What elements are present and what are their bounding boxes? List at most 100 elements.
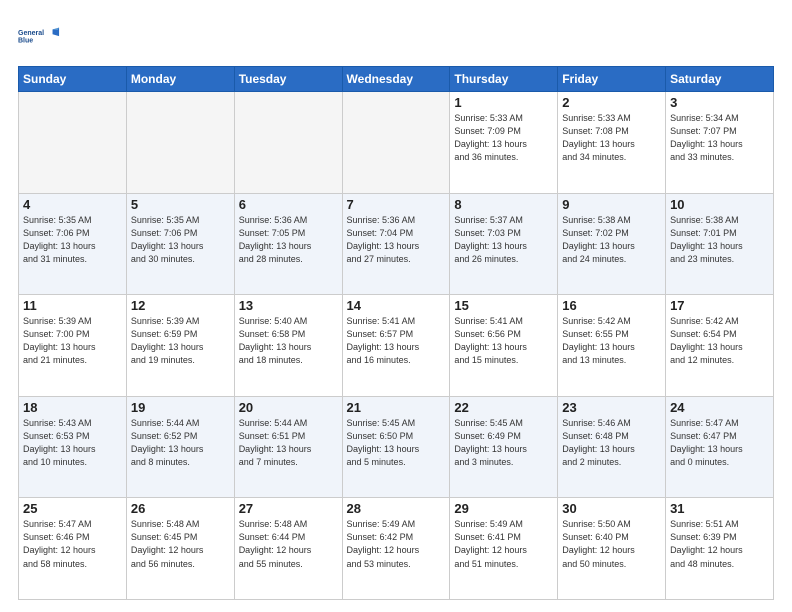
calendar-cell: 24 Sunrise: 5:47 AMSunset: 6:47 PMDayligh…: [666, 396, 774, 498]
calendar-header-tuesday: Tuesday: [234, 67, 342, 92]
calendar-cell: 27 Sunrise: 5:48 AMSunset: 6:44 PMDayligh…: [234, 498, 342, 600]
calendar-header-row: SundayMondayTuesdayWednesdayThursdayFrid…: [19, 67, 774, 92]
day-number: 6: [239, 197, 338, 212]
day-info: Sunrise: 5:48 AMSunset: 6:45 PMDaylight:…: [131, 518, 230, 570]
calendar-cell: 29 Sunrise: 5:49 AMSunset: 6:41 PMDayligh…: [450, 498, 558, 600]
day-info: Sunrise: 5:48 AMSunset: 6:44 PMDaylight:…: [239, 518, 338, 570]
calendar-cell: 20Sunrise: 5:44 AMSunset: 6:51 PMDayligh…: [234, 396, 342, 498]
calendar-cell: 12 Sunrise: 5:39 AMSunset: 6:59 PMDayligh…: [126, 295, 234, 397]
calendar-header-friday: Friday: [558, 67, 666, 92]
calendar-cell: 5 Sunrise: 5:35 AMSunset: 7:06 PMDaylight…: [126, 193, 234, 295]
calendar-cell: 26Sunrise: 5:48 AMSunset: 6:45 PMDayligh…: [126, 498, 234, 600]
day-number: 10: [670, 197, 769, 212]
day-number: 31: [670, 501, 769, 516]
calendar-cell: 25 Sunrise: 5:47 AMSunset: 6:46 PMDayligh…: [19, 498, 127, 600]
day-number: 21: [347, 400, 446, 415]
calendar-cell: 15Sunrise: 5:41 AMSunset: 6:56 PMDayligh…: [450, 295, 558, 397]
day-info: Sunrise: 5:33 AMSunset: 7:09 PMDaylight:…: [454, 112, 553, 164]
day-info: Sunrise: 5:42 AMSunset: 6:55 PMDaylight:…: [562, 315, 661, 367]
day-number: 25: [23, 501, 122, 516]
day-info: Sunrise: 5:35 AMSunset: 7:06 PMDaylight:…: [23, 214, 122, 266]
calendar-week-row: 1 Sunrise: 5:33 AMSunset: 7:09 PMDaylight…: [19, 92, 774, 194]
calendar-cell: 18 Sunrise: 5:43 AMSunset: 6:53 PMDayligh…: [19, 396, 127, 498]
day-number: 17: [670, 298, 769, 313]
calendar-cell: 11 Sunrise: 5:39 AMSunset: 7:00 PMDayligh…: [19, 295, 127, 397]
day-number: 5: [131, 197, 230, 212]
calendar-cell: 6 Sunrise: 5:36 AMSunset: 7:05 PMDaylight…: [234, 193, 342, 295]
calendar-header-sunday: Sunday: [19, 67, 127, 92]
day-info: Sunrise: 5:50 AMSunset: 6:40 PMDaylight:…: [562, 518, 661, 570]
calendar-cell: 31 Sunrise: 5:51 AMSunset: 6:39 PMDayligh…: [666, 498, 774, 600]
calendar-cell: 28 Sunrise: 5:49 AMSunset: 6:42 PMDayligh…: [342, 498, 450, 600]
day-number: 16: [562, 298, 661, 313]
day-number: 20: [239, 400, 338, 415]
day-number: 15: [454, 298, 553, 313]
calendar-cell: 16 Sunrise: 5:42 AMSunset: 6:55 PMDayligh…: [558, 295, 666, 397]
day-number: 4: [23, 197, 122, 212]
calendar-cell: 30 Sunrise: 5:50 AMSunset: 6:40 PMDayligh…: [558, 498, 666, 600]
day-info: Sunrise: 5:38 AMSunset: 7:02 PMDaylight:…: [562, 214, 661, 266]
day-info: Sunrise: 5:49 AMSunset: 6:41 PMDaylight:…: [454, 518, 553, 570]
calendar-cell: 17 Sunrise: 5:42 AMSunset: 6:54 PMDayligh…: [666, 295, 774, 397]
calendar-cell: 21 Sunrise: 5:45 AMSunset: 6:50 PMDayligh…: [342, 396, 450, 498]
calendar-table: SundayMondayTuesdayWednesdayThursdayFrid…: [18, 66, 774, 600]
day-info: Sunrise: 5:47 AMSunset: 6:46 PMDaylight:…: [23, 518, 122, 570]
day-info: Sunrise: 5:51 AMSunset: 6:39 PMDaylight:…: [670, 518, 769, 570]
day-info: Sunrise: 5:36 AMSunset: 7:04 PMDaylight:…: [347, 214, 446, 266]
calendar-cell: [19, 92, 127, 194]
calendar-cell: 9Sunrise: 5:38 AMSunset: 7:02 PMDaylight…: [558, 193, 666, 295]
calendar-cell: 3 Sunrise: 5:34 AMSunset: 7:07 PMDaylight…: [666, 92, 774, 194]
day-info: Sunrise: 5:47 AMSunset: 6:47 PMDaylight:…: [670, 417, 769, 469]
day-number: 11: [23, 298, 122, 313]
day-number: 8: [454, 197, 553, 212]
calendar-header-monday: Monday: [126, 67, 234, 92]
calendar-cell: 2Sunrise: 5:33 AMSunset: 7:08 PMDaylight…: [558, 92, 666, 194]
day-info: Sunrise: 5:45 AMSunset: 6:49 PMDaylight:…: [454, 417, 553, 469]
day-info: Sunrise: 5:42 AMSunset: 6:54 PMDaylight:…: [670, 315, 769, 367]
day-number: 24: [670, 400, 769, 415]
day-number: 28: [347, 501, 446, 516]
day-info: Sunrise: 5:43 AMSunset: 6:53 PMDaylight:…: [23, 417, 122, 469]
day-info: Sunrise: 5:46 AMSunset: 6:48 PMDaylight:…: [562, 417, 661, 469]
svg-text:General: General: [18, 30, 44, 37]
day-info: Sunrise: 5:34 AMSunset: 7:07 PMDaylight:…: [670, 112, 769, 164]
day-number: 12: [131, 298, 230, 313]
calendar-cell: 13 Sunrise: 5:40 AMSunset: 6:58 PMDayligh…: [234, 295, 342, 397]
calendar-cell: 7 Sunrise: 5:36 AMSunset: 7:04 PMDaylight…: [342, 193, 450, 295]
calendar-cell: 4 Sunrise: 5:35 AMSunset: 7:06 PMDaylight…: [19, 193, 127, 295]
calendar-week-row: 25 Sunrise: 5:47 AMSunset: 6:46 PMDayligh…: [19, 498, 774, 600]
day-number: 29: [454, 501, 553, 516]
day-info: Sunrise: 5:38 AMSunset: 7:01 PMDaylight:…: [670, 214, 769, 266]
day-info: Sunrise: 5:39 AMSunset: 6:59 PMDaylight:…: [131, 315, 230, 367]
calendar-cell: [234, 92, 342, 194]
day-number: 30: [562, 501, 661, 516]
day-info: Sunrise: 5:41 AMSunset: 6:57 PMDaylight:…: [347, 315, 446, 367]
day-info: Sunrise: 5:44 AMSunset: 6:52 PMDaylight:…: [131, 417, 230, 469]
day-info: Sunrise: 5:36 AMSunset: 7:05 PMDaylight:…: [239, 214, 338, 266]
day-number: 3: [670, 95, 769, 110]
day-number: 27: [239, 501, 338, 516]
calendar-cell: 8Sunrise: 5:37 AMSunset: 7:03 PMDaylight…: [450, 193, 558, 295]
calendar-cell: 19 Sunrise: 5:44 AMSunset: 6:52 PMDayligh…: [126, 396, 234, 498]
day-info: Sunrise: 5:49 AMSunset: 6:42 PMDaylight:…: [347, 518, 446, 570]
calendar-cell: 14 Sunrise: 5:41 AMSunset: 6:57 PMDayligh…: [342, 295, 450, 397]
day-info: Sunrise: 5:45 AMSunset: 6:50 PMDaylight:…: [347, 417, 446, 469]
day-number: 13: [239, 298, 338, 313]
calendar-cell: 10 Sunrise: 5:38 AMSunset: 7:01 PMDayligh…: [666, 193, 774, 295]
calendar-cell: [126, 92, 234, 194]
calendar-header-wednesday: Wednesday: [342, 67, 450, 92]
calendar-week-row: 4 Sunrise: 5:35 AMSunset: 7:06 PMDaylight…: [19, 193, 774, 295]
day-number: 18: [23, 400, 122, 415]
day-number: 2: [562, 95, 661, 110]
logo-svg: General Blue: [18, 18, 60, 56]
day-number: 19: [131, 400, 230, 415]
day-info: Sunrise: 5:40 AMSunset: 6:58 PMDaylight:…: [239, 315, 338, 367]
svg-text:Blue: Blue: [18, 38, 33, 45]
calendar-header-thursday: Thursday: [450, 67, 558, 92]
day-number: 14: [347, 298, 446, 313]
day-number: 7: [347, 197, 446, 212]
day-number: 23: [562, 400, 661, 415]
day-info: Sunrise: 5:35 AMSunset: 7:06 PMDaylight:…: [131, 214, 230, 266]
day-number: 1: [454, 95, 553, 110]
day-info: Sunrise: 5:39 AMSunset: 7:00 PMDaylight:…: [23, 315, 122, 367]
